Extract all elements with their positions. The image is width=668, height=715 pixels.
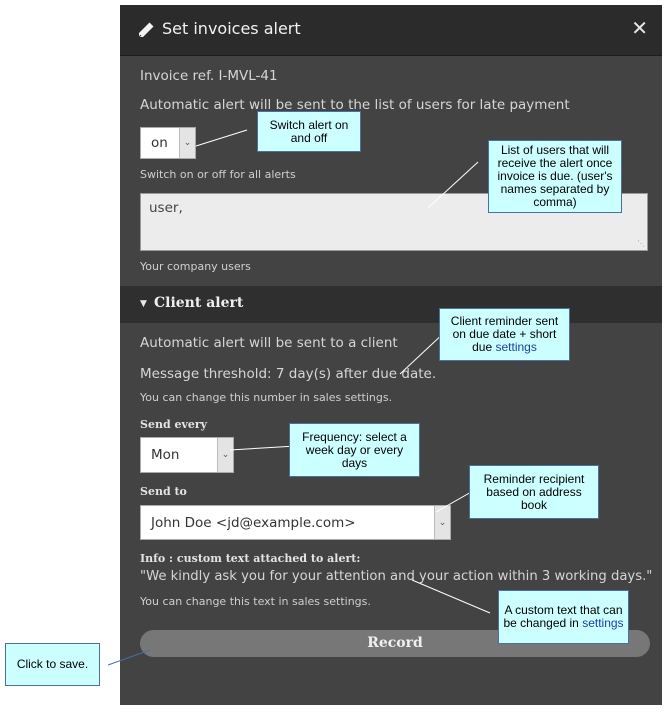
invoice-ref: Invoice ref. I-MVL-41 [140, 68, 278, 84]
client-alert-section-header[interactable]: ▼ Client alert [120, 286, 662, 323]
company-users-value: user, [149, 200, 183, 216]
send-every-select[interactable]: Mon ⌄ [140, 437, 234, 473]
custom-text-label: Info : custom text attached to alert: [140, 552, 361, 565]
callout-switch-text: Switch alert on and off [269, 117, 349, 145]
callout-save: Click to save. [5, 643, 100, 686]
callout-frequency: Frequency: select a week day or every da… [289, 423, 420, 477]
callout-switch: Switch alert on and off [257, 111, 361, 152]
company-users-hint: Your company users [140, 260, 251, 273]
chevron-down-icon: ⌄ [434, 506, 450, 539]
callout-users: List of users that will receive the aler… [488, 140, 622, 213]
resize-grip-icon[interactable]: ⋱ [637, 239, 645, 248]
callout-recipient: Reminder recipient based on address book [469, 465, 599, 519]
chevron-down-icon: ⌄ [179, 128, 195, 158]
settings-link[interactable]: settings [496, 340, 537, 354]
settings-link[interactable]: settings [582, 616, 623, 630]
triangle-down-icon: ▼ [140, 299, 147, 309]
callout-recipient-text: Reminder recipient based on address book [483, 471, 585, 512]
callout-client-reminder-text: Client reminder sent on due date + short… [444, 315, 565, 354]
send-to-label: Send to [140, 485, 187, 498]
callout-frequency-text: Frequency: select a week day or every da… [302, 429, 407, 470]
chevron-down-icon: ⌄ [217, 438, 233, 472]
callout-client-reminder: Client reminder sent on due date + short… [439, 308, 570, 361]
custom-text: "We kindly ask you for your attention an… [140, 569, 653, 584]
alert-switch-select[interactable]: on ⌄ [140, 127, 196, 159]
dialog-header: Set invoices alert ✕ [120, 5, 662, 56]
send-to-value: John Doe <jd@example.com> [151, 514, 356, 531]
custom-text-hint: You can change this text in sales settin… [140, 595, 371, 608]
client-alert-description: Automatic alert will be sent to a client [140, 335, 398, 351]
close-icon[interactable]: ✕ [631, 16, 648, 40]
client-alert-label: Client alert [154, 295, 244, 311]
alert-switch-hint: Switch on or off for all alerts [140, 168, 296, 181]
callout-custom-text: A custom text that can be changed in set… [498, 590, 629, 644]
callout-custom-text-text: A custom text that can be changed in set… [503, 604, 624, 630]
callout-users-text: List of users that will receive the aler… [497, 143, 613, 209]
pencil-icon [138, 22, 154, 38]
alert-switch-value: on [151, 135, 168, 151]
send-every-label: Send every [140, 418, 208, 431]
send-to-select[interactable]: John Doe <jd@example.com> ⌄ [140, 505, 451, 540]
message-threshold: Message threshold: 7 day(s) after due da… [140, 366, 437, 382]
send-every-value: Mon [151, 447, 180, 463]
callout-save-text: Click to save. [16, 657, 89, 671]
dialog-title: Set invoices alert [162, 19, 301, 38]
threshold-hint: You can change this number in sales sett… [140, 391, 393, 404]
